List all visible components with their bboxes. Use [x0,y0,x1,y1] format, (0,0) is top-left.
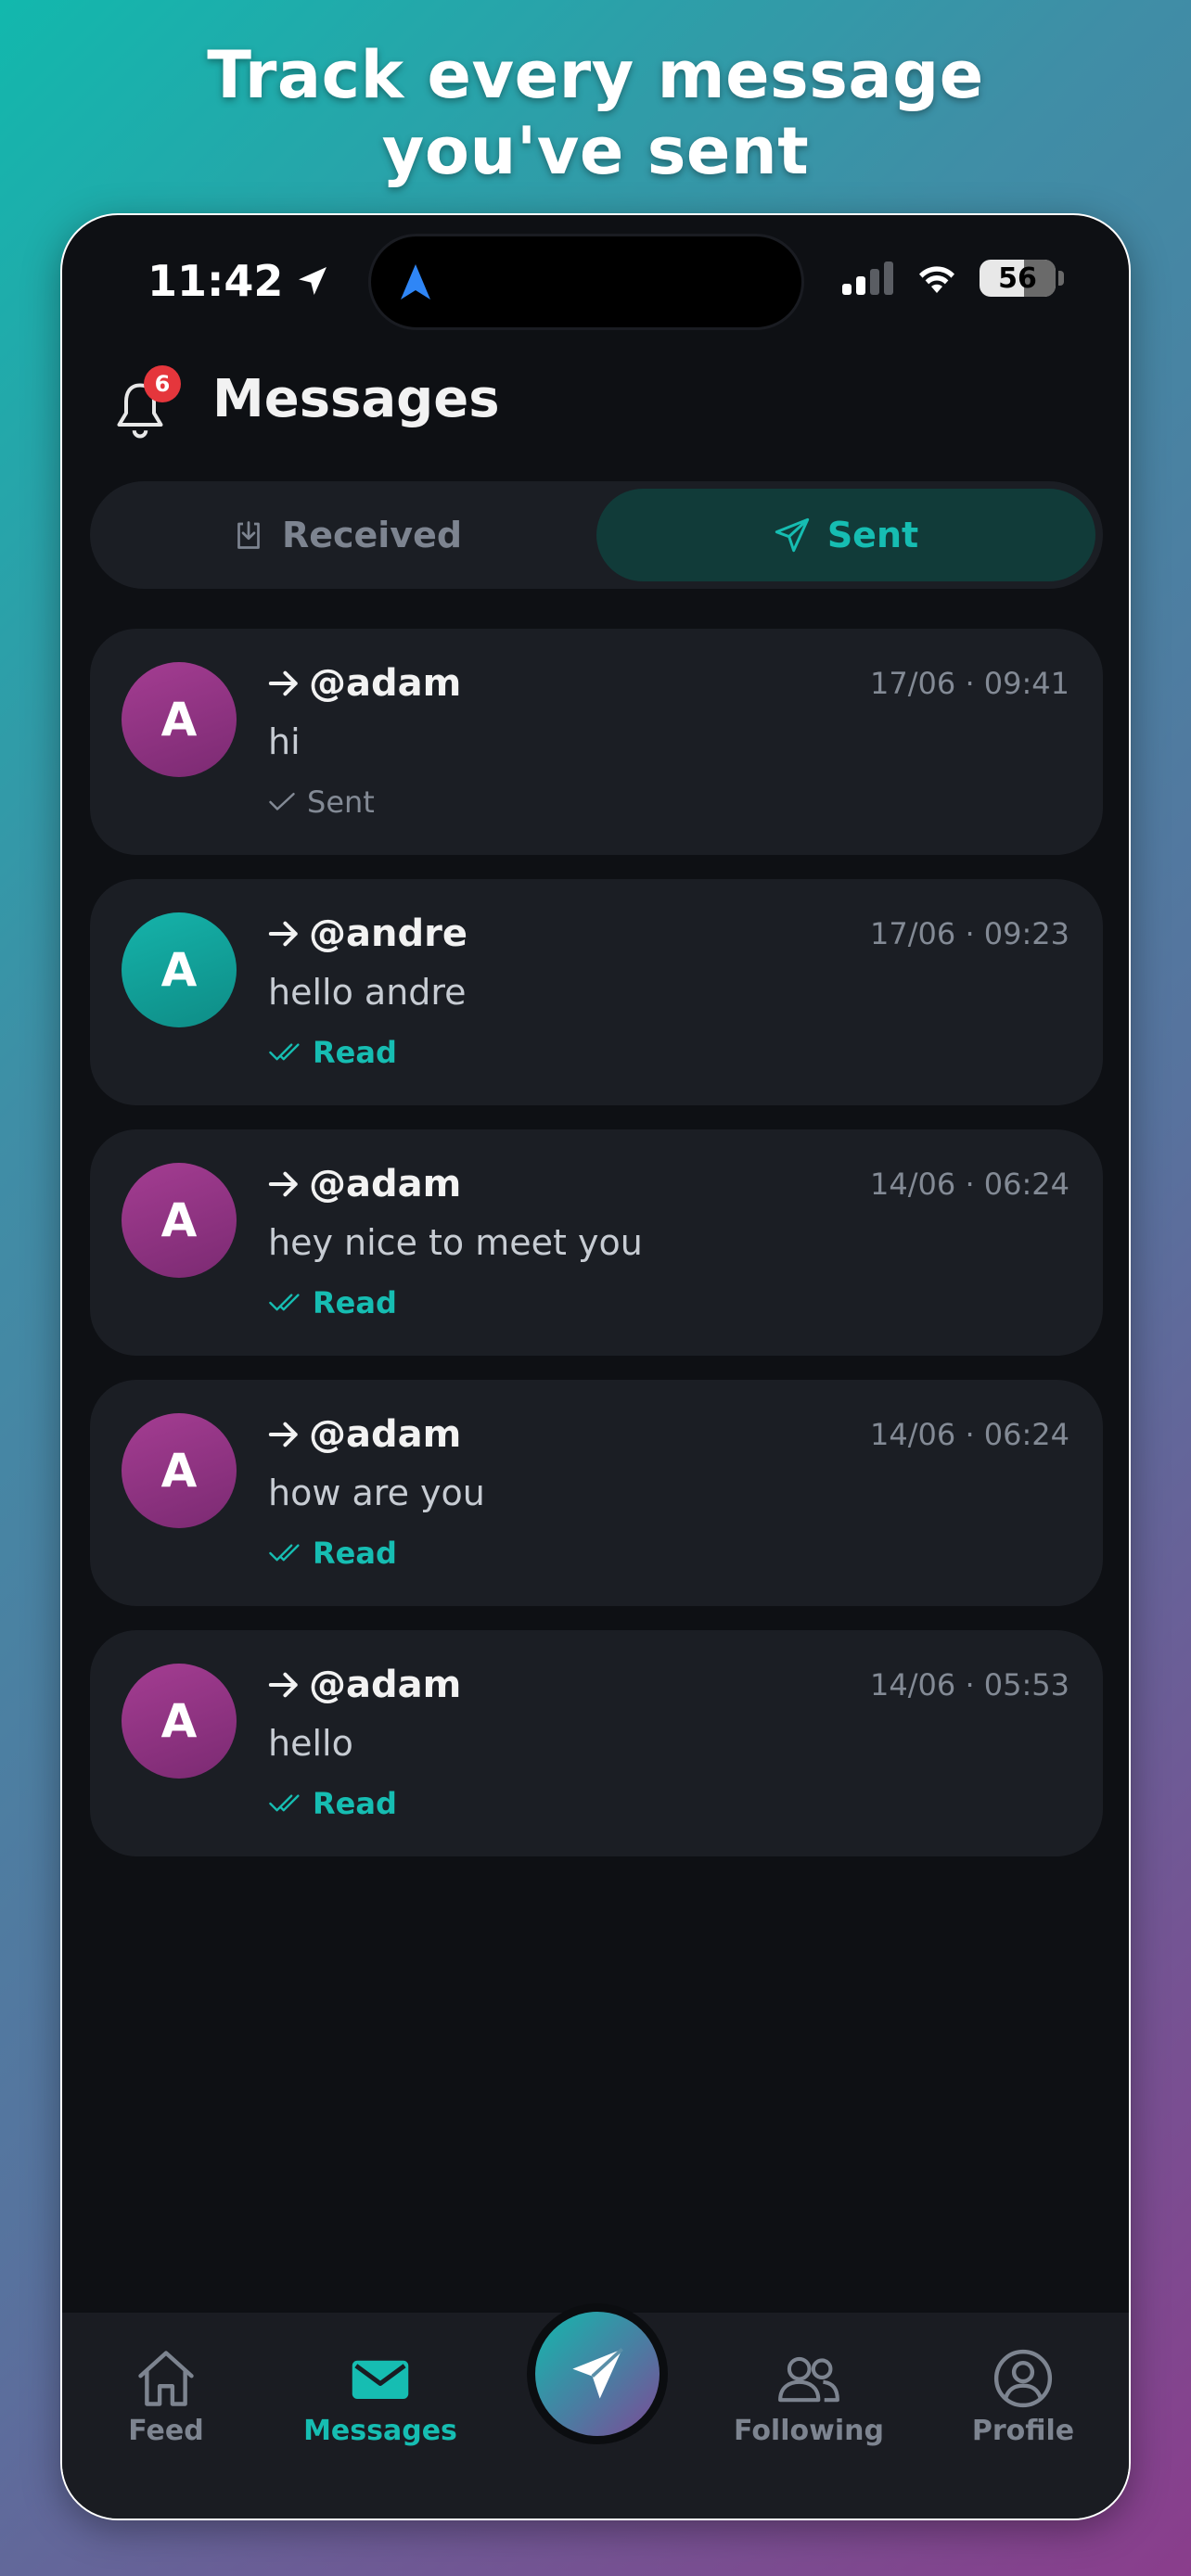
message-timestamp: 17/06 · 09:41 [870,666,1069,701]
battery-percent: 56 [998,261,1037,295]
paper-plane-icon [572,2347,623,2399]
recipient-handle: @adam [309,1413,462,1456]
nav-profile[interactable]: Profile [930,2348,1116,2447]
message-status: Read [268,1536,397,1571]
avatar[interactable]: A [122,1664,237,1779]
nav-feed[interactable]: Feed [73,2348,259,2447]
message-text: hello [268,1723,353,1764]
headline-line-1: Track every message [207,37,984,113]
nav-messages-label: Messages [303,2415,457,2447]
message-status-label: Sent [307,784,375,820]
message-status: Sent [268,784,375,820]
recipient-handle: @adam [309,662,462,705]
tab-sent-label: Sent [826,515,919,555]
home-icon [138,2351,194,2406]
tab-received-label: Received [281,515,463,555]
double-check-icon [269,1043,300,1061]
signal-icon [842,261,893,295]
message-recipient: @andre [268,912,467,955]
message-card[interactable]: A @andre 17/06 · 09:23 hello andre Read [90,879,1103,1105]
mail-icon [352,2360,409,2399]
message-card[interactable]: A @adam 14/06 · 06:24 how are you Read [90,1380,1103,1606]
marketing-headline: Track every message you've sent [0,37,1191,189]
message-text: hi [268,721,301,762]
double-check-icon [269,1544,300,1562]
send-icon [775,517,809,553]
message-timestamp: 17/06 · 09:23 [870,916,1069,951]
message-recipient: @adam [268,1664,461,1706]
inbox-download-icon [237,521,260,549]
user-circle-icon [993,2349,1053,2408]
message-status: Read [268,1035,397,1070]
arrow-right-icon [268,670,298,696]
compose-button[interactable] [535,2312,660,2436]
avatar[interactable]: A [122,662,237,777]
battery-level: 56 [980,260,1056,297]
message-timestamp: 14/06 · 05:53 [870,1667,1069,1702]
location-arrow-icon [299,267,327,295]
phone-screen: 11:42 56 6 Messages Received Sent A @ada… [60,213,1131,2520]
recipient-handle: @andre [309,912,467,955]
message-card[interactable]: A @adam 14/06 · 06:24 hey nice to meet y… [90,1129,1103,1356]
avatar[interactable]: A [122,1413,237,1528]
users-icon [778,2356,839,2403]
message-text: hello andre [268,972,467,1013]
status-time: 11:42 [147,256,331,306]
recipient-handle: @adam [309,1163,462,1205]
message-timestamp: 14/06 · 06:24 [870,1167,1069,1202]
double-check-icon [269,1794,300,1812]
message-status: Read [268,1285,397,1320]
message-status-label: Read [313,1285,397,1320]
avatar[interactable]: A [122,912,237,1027]
message-status-label: Read [313,1536,397,1571]
nav-following-label: Following [734,2415,884,2447]
double-check-icon [269,1294,300,1311]
message-status-label: Read [313,1035,397,1070]
dynamic-island [368,234,804,330]
message-text: hey nice to meet you [268,1222,643,1263]
message-status-label: Read [313,1786,397,1821]
nav-following[interactable]: Following [716,2348,902,2447]
message-recipient: @adam [268,662,461,705]
navigation-icon [401,264,430,300]
arrow-right-icon [268,1171,298,1197]
message-timestamp: 14/06 · 06:24 [870,1417,1069,1452]
message-recipient: @adam [268,1413,461,1456]
message-recipient: @adam [268,1163,461,1205]
arrow-right-icon [268,921,298,947]
tab-received[interactable]: Received [97,489,596,581]
recipient-handle: @adam [309,1664,462,1706]
battery-icon: 56 [980,260,1064,297]
avatar[interactable]: A [122,1163,237,1278]
page-title: Messages [212,369,500,429]
clock: 11:42 [147,256,284,306]
bottom-navigation: Feed Messages Following Profile [62,2303,1129,2519]
message-status: Read [268,1786,397,1821]
check-icon [269,793,295,810]
nav-profile-label: Profile [971,2415,1075,2447]
message-card[interactable]: A @adam 14/06 · 05:53 hello Read [90,1630,1103,1856]
headline-line-2: you've sent [381,113,810,189]
message-card[interactable]: A @adam 17/06 · 09:41 hi Sent [90,629,1103,855]
message-tabs: Received Sent [90,481,1103,589]
nav-feed-label: Feed [128,2415,204,2447]
status-indicators: 56 [842,260,1064,297]
wifi-icon [919,266,954,293]
tab-sent[interactable]: Sent [596,489,1095,581]
arrow-right-icon [268,1422,298,1447]
notification-badge: 6 [144,365,181,402]
message-text: how are you [268,1473,485,1513]
arrow-right-icon [268,1672,298,1698]
nav-messages[interactable]: Messages [288,2348,473,2447]
notifications-button[interactable]: 6 [112,365,181,447]
compose-button-ring [527,2303,668,2444]
